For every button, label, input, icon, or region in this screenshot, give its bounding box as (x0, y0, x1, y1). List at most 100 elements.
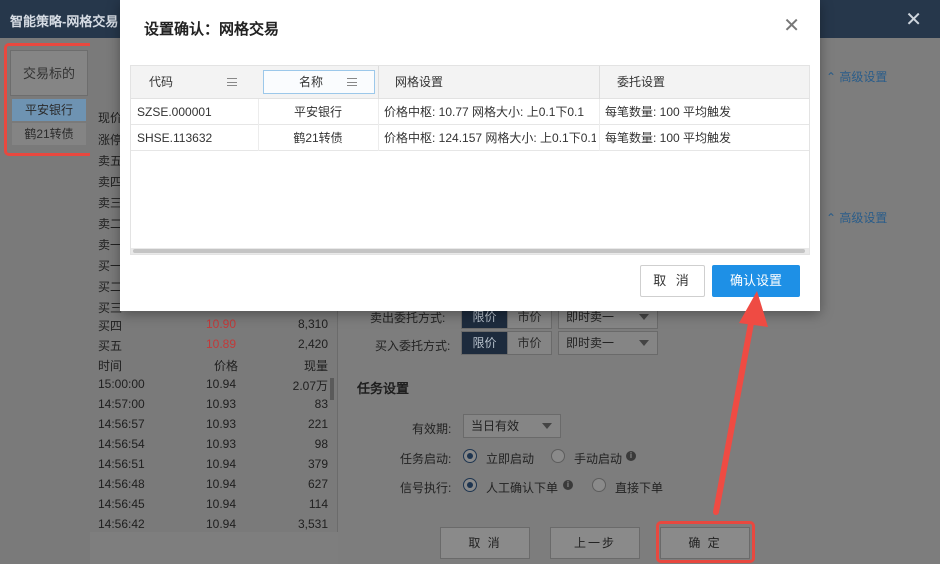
app-close-icon[interactable]: ✕ (905, 7, 922, 32)
cell-order: 每笔数量: 100 平均触发 (605, 105, 732, 119)
signal-direct-radio[interactable] (592, 478, 606, 492)
task-start-label: 任务启动: (400, 452, 452, 466)
confirm-settings-button[interactable]: 确认设置 (712, 265, 800, 297)
quote-row: 买五 10.89 2,420 (98, 334, 333, 354)
tick-price: 10.94 (206, 477, 237, 491)
tick-time: 14:56:57 (98, 417, 145, 431)
start-now-label: 立即启动 (486, 452, 535, 466)
column-divider (378, 99, 379, 125)
table-row[interactable]: SZSE.000001 平安银行 价格中枢: 10.77 网格大小: 上0.1下… (131, 99, 809, 125)
tick-volume: 3,531 (297, 517, 328, 531)
ticks-scrollbar[interactable] (330, 378, 334, 400)
info-icon[interactable]: i (626, 451, 636, 461)
validity-select[interactable]: 当日有效 (463, 414, 561, 438)
quote-price: 10.90 (206, 317, 237, 331)
column-menu-icon[interactable] (347, 78, 357, 86)
previous-step-button[interactable]: 上一步 (550, 527, 640, 559)
validity-select-value: 当日有效 (471, 419, 520, 433)
quote-label: 卖二 (98, 217, 123, 231)
column-header-grid[interactable]: 网格设置 (395, 66, 443, 99)
column-menu-icon[interactable] (227, 78, 237, 86)
quote-label: 涨停 (98, 133, 123, 147)
cell-code: SHSE.113632 (137, 131, 213, 145)
tick-volume: 379 (307, 457, 328, 471)
column-divider (599, 99, 600, 125)
sell-order-label: 卖出委托方式: (370, 311, 446, 325)
tick-row: 14:56:42 10.94 3,531 (98, 514, 333, 534)
ticks-header: 时间 价格 现量 (98, 354, 333, 374)
tick-row: 14:56:54 10.93 98 (98, 434, 333, 454)
close-icon[interactable]: ✕ (783, 16, 800, 36)
quote-label: 买四 (98, 319, 123, 333)
quote-volume: 2,420 (297, 337, 328, 351)
tick-time: 14:56:45 (98, 497, 145, 511)
tick-row: 15:00:00 10.94 2.07万 (98, 374, 333, 394)
start-now-radio[interactable] (463, 449, 477, 463)
column-divider (378, 125, 379, 151)
advanced-settings-link[interactable]: ⌃ 高级设置 (826, 68, 887, 85)
confirm-table: 代码 名称 网格设置 委托设置 SZSE.000001 平安银行 价格中枢: 1… (130, 65, 810, 255)
tick-price: 10.94 (206, 377, 237, 391)
tick-volume: 114 (308, 497, 328, 511)
tick-time: 14:56:48 (98, 477, 145, 491)
tick-price: 10.94 (206, 517, 237, 531)
signal-direct-label: 直接下单 (615, 481, 664, 495)
validity-label: 有效期: (412, 422, 452, 436)
chevron-down-icon (542, 423, 552, 429)
buy-order-select-value: 即时卖一 (566, 336, 615, 350)
ticks-header-volume: 现量 (303, 359, 328, 373)
sell-order-select-value: 即时卖一 (566, 310, 615, 324)
start-manual-radio[interactable] (551, 449, 565, 463)
table-horizontal-scrollbar[interactable] (131, 248, 809, 254)
quote-label: 买一 (98, 259, 123, 273)
tick-time: 14:56:51 (98, 457, 145, 471)
ticks-header-time: 时间 (98, 359, 123, 373)
tick-row: 14:56:51 10.94 379 (98, 454, 333, 474)
column-header-code[interactable]: 代码 (149, 66, 173, 99)
buy-order-label: 买入委托方式: (375, 339, 451, 353)
confirm-dialog: 设置确认：网格交易 ✕ 代码 名称 网格设置 委托设置 SZSE.000001 … (120, 0, 820, 311)
tick-volume: 98 (314, 437, 328, 451)
signal-exec-label: 信号执行: (400, 481, 452, 495)
tick-price: 10.93 (206, 417, 237, 431)
tick-price: 10.93 (206, 397, 237, 411)
tick-price: 10.94 (206, 457, 237, 471)
cell-code: SZSE.000001 (137, 105, 212, 119)
quote-row: 买四 10.90 8,310 (98, 314, 333, 334)
tick-time: 14:56:54 (98, 437, 145, 451)
buy-market-toggle[interactable]: 市价 (507, 331, 552, 355)
dialog-cancel-button[interactable]: 取 消 (640, 265, 705, 297)
cell-name: 平安银行 (293, 105, 342, 119)
quote-label: 买五 (98, 339, 123, 353)
column-divider (599, 125, 600, 151)
tick-row: 14:56:48 10.94 627 (98, 474, 333, 494)
column-header-order[interactable]: 委托设置 (617, 66, 665, 99)
cell-grid: 价格中枢: 10.77 网格大小: 上0.1下0.1 (384, 105, 585, 119)
tick-volume: 221 (307, 417, 328, 431)
scrollbar-thumb[interactable] (133, 249, 805, 253)
highlight-box-symbols (4, 43, 94, 156)
table-row[interactable]: SHSE.113632 鹤21转债 价格中枢: 124.157 网格大小: 上0… (131, 125, 809, 151)
tick-time: 15:00:00 (98, 377, 145, 391)
tick-row: 14:56:57 10.93 221 (98, 414, 333, 434)
chevron-down-icon (639, 340, 649, 346)
ticks-header-price: 价格 (214, 359, 239, 373)
tick-volume: 83 (314, 397, 328, 411)
highlight-box-ok (656, 521, 755, 563)
advanced-settings-link[interactable]: ⌃ 高级设置 (826, 209, 887, 226)
signal-manual-radio[interactable] (463, 478, 477, 492)
column-header-name[interactable]: 名称 (299, 66, 323, 99)
advanced-settings-label: 高级设置 (839, 70, 888, 84)
buy-limit-toggle[interactable]: 限价 (461, 331, 508, 355)
quote-price: 10.89 (206, 337, 237, 351)
info-icon[interactable]: i (563, 480, 573, 490)
quote-volume: 8,310 (297, 317, 328, 331)
quote-label: 卖四 (98, 175, 123, 189)
start-manual-label: 手动启动 (574, 452, 623, 466)
buy-order-select[interactable]: 即时卖一 (558, 331, 658, 355)
bottom-cancel-button[interactable]: 取 消 (440, 527, 530, 559)
quote-label: 卖五 (98, 154, 123, 168)
tick-price: 10.94 (206, 497, 237, 511)
cell-order: 每笔数量: 100 平均触发 (605, 131, 732, 145)
dialog-title: 设置确认：网格交易 (144, 21, 280, 38)
